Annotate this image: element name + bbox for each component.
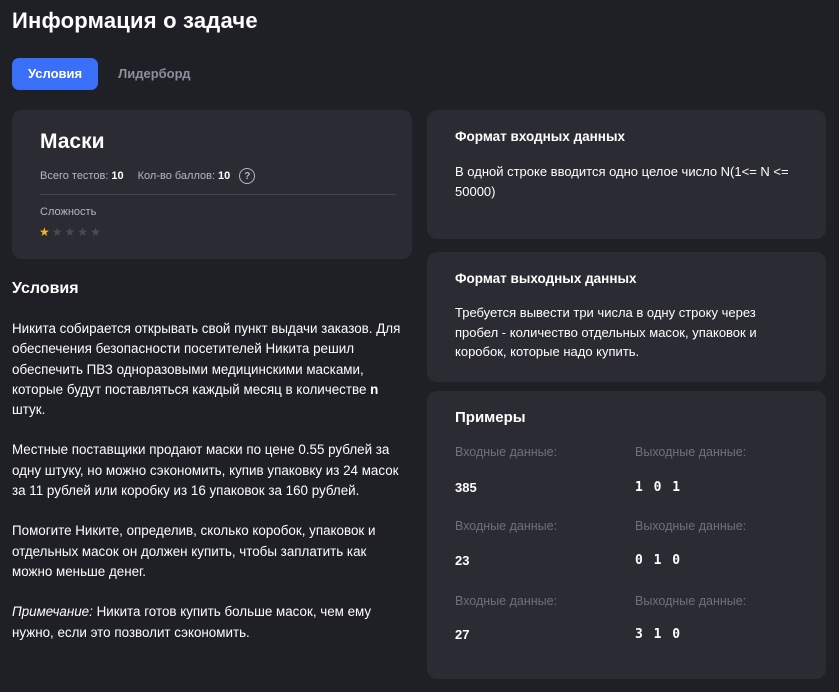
task-summary-card: Маски Всего тестов: 10 Кол-во баллов: 10… xyxy=(12,110,412,259)
input-format-card: Формат входных данных В одной строке вво… xyxy=(427,110,826,239)
example-input-value: 23 xyxy=(455,553,470,568)
tab-leaderboard[interactable]: Лидерборд xyxy=(102,58,206,90)
example-output-label: Выходные данные: xyxy=(635,445,747,459)
examples-title: Примеры xyxy=(455,409,526,426)
example-input-value: 385 xyxy=(455,480,477,495)
statement-p2: Местные поставщики продают маски по цене… xyxy=(12,442,399,499)
tests-value: 10 xyxy=(111,170,124,182)
points-value: 10 xyxy=(218,170,231,182)
input-format-title: Формат входных данных xyxy=(455,129,625,144)
example-output-label: Выходные данные: xyxy=(635,594,747,608)
difficulty-stars: ★ ★ ★ ★ ★ xyxy=(39,226,101,238)
tab-conditions[interactable]: Условия xyxy=(12,58,99,90)
tests-label: Всего тестов: xyxy=(40,170,109,182)
example-output-value: 1 0 1 xyxy=(635,480,682,495)
star-filled-icon: ★ xyxy=(39,225,50,239)
example-input-label: Входные данные: xyxy=(455,519,558,533)
star-empty-icon: ★ xyxy=(64,225,76,239)
note-label: Примечание: xyxy=(12,604,93,620)
example-output-value: 0 1 0 xyxy=(635,553,682,568)
help-icon[interactable]: ? xyxy=(239,168,256,184)
problem-statement: Никита собирается открывать свой пункт в… xyxy=(12,319,407,663)
tabs: Условия Лидерборд xyxy=(12,58,207,90)
example-input-value: 27 xyxy=(455,627,470,642)
examples-card: Примеры Входные данные: Выходные данные:… xyxy=(427,391,826,679)
star-empty-icon: ★ xyxy=(51,225,63,239)
example-output-value: 3 1 0 xyxy=(635,627,682,642)
output-format-title: Формат выходных данных xyxy=(455,271,637,286)
page-title: Информация о задаче xyxy=(12,8,258,33)
divider xyxy=(40,194,396,195)
example-input-label: Входные данные: xyxy=(455,445,558,459)
output-format-text: Требуется вывести три числа в одну строк… xyxy=(455,305,757,359)
conditions-title: Условия xyxy=(12,280,79,297)
task-name: Маски xyxy=(40,130,105,153)
example-input-label: Входные данные: xyxy=(455,594,558,608)
statement-note: Примечание: Никита готов купить больше м… xyxy=(12,602,407,643)
star-empty-icon: ★ xyxy=(77,225,89,239)
example-output-label: Выходные данные: xyxy=(635,519,747,533)
points-label: Кол-во баллов: xyxy=(137,170,216,182)
statement-paragraph: Никита собирается открывать свой пункт в… xyxy=(12,319,407,420)
difficulty-label: Сложность xyxy=(40,206,97,218)
star-empty-icon: ★ xyxy=(90,225,101,239)
statement-p1: Никита собирается открывать свой пункт в… xyxy=(12,321,401,397)
output-format-card: Формат выходных данных Требуется вывести… xyxy=(427,252,826,382)
task-info-page: Информация о задаче Условия Лидерборд Ма… xyxy=(0,0,839,692)
statement-p1-end: штук. xyxy=(12,402,46,418)
statement-variable: n xyxy=(370,381,379,397)
input-format-text: В одной строке вводится одно целое число… xyxy=(455,164,789,199)
task-stats: Всего тестов: 10 Кол-во баллов: 10 ? xyxy=(40,168,256,184)
statement-p3: Помогите Никите, определив, сколько коро… xyxy=(12,523,376,579)
